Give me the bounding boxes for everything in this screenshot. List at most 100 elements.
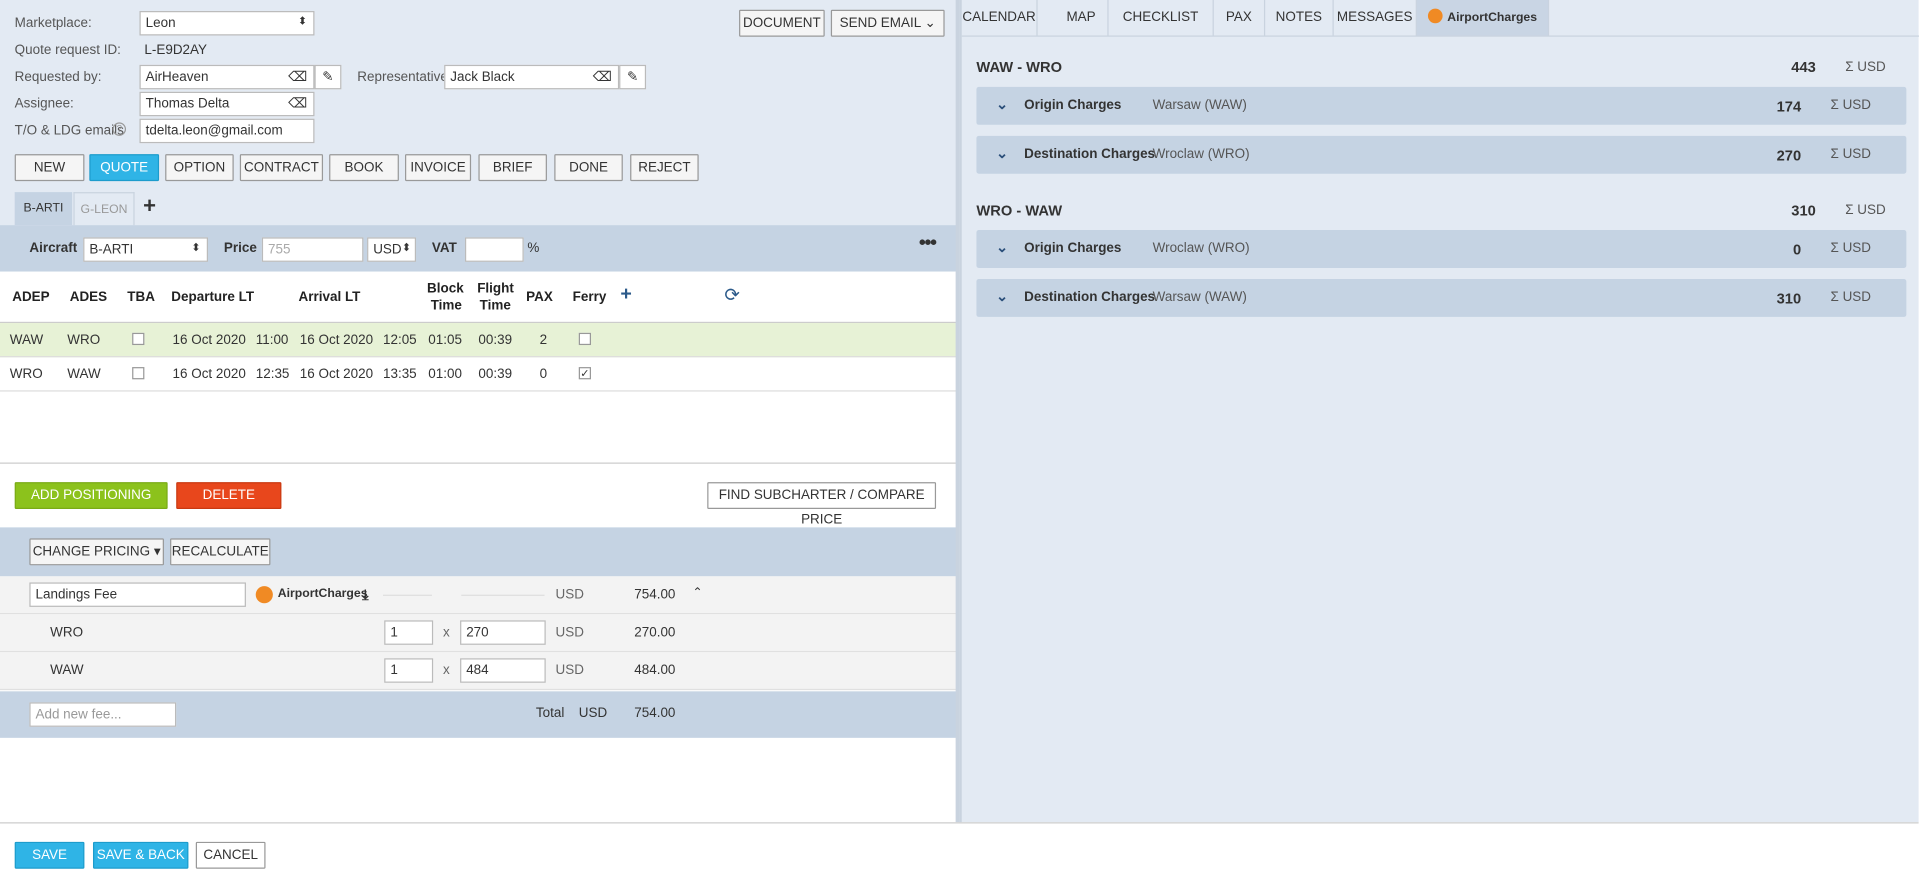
charge-amount: 270: [1776, 146, 1802, 164]
aircraft-select[interactable]: B-ARTI ⬍: [83, 237, 209, 262]
tab-b-arti[interactable]: B-ARTI: [14, 192, 73, 226]
tab-airportcharges[interactable]: AirportCharges: [1416, 0, 1550, 36]
edit-requester-button[interactable]: ✎: [314, 64, 342, 90]
tab-checklist[interactable]: CHECKLIST: [1109, 0, 1214, 36]
save-button[interactable]: SAVE: [14, 841, 85, 869]
add-leg-icon[interactable]: +: [620, 284, 631, 306]
col-block-1: Block: [427, 281, 464, 297]
charge-row[interactable]: ⌄ Destination Charges Wroclaw (WRO) 270 Σ US…: [976, 135, 1907, 174]
leg-block: 01:00: [428, 367, 462, 382]
clear-icon[interactable]: ⌫: [593, 69, 612, 85]
requested-by-input[interactable]: AirHeaven ⌫: [139, 64, 315, 90]
tab-map[interactable]: MAP: [1055, 0, 1109, 36]
save-and-back-button[interactable]: SAVE & BACK: [92, 841, 189, 869]
help-icon[interactable]: ?: [112, 122, 127, 136]
quote-panel: Marketplace: Leon ⬍ Quote request ID: L-E…: [0, 0, 957, 823]
unit-price-input[interactable]: 270: [460, 620, 546, 645]
marketplace-select[interactable]: Leon ⬍: [139, 11, 315, 36]
chevron-down-icon[interactable]: ⌄: [996, 144, 1008, 161]
add-aircraft-icon[interactable]: +: [143, 193, 156, 219]
status-button-book[interactable]: BOOK: [329, 154, 399, 182]
leg-row[interactable]: WAW WRO 16 Oct 2020 11:00 16 Oct 2020 12:05 01…: [0, 323, 957, 358]
tab-pax[interactable]: PAX: [1214, 0, 1266, 36]
more-icon[interactable]: •••: [919, 232, 937, 254]
qty-input[interactable]: 1: [384, 658, 434, 683]
download-icon[interactable]: ⤓: [362, 586, 369, 604]
representative-input[interactable]: Jack Black ⌫: [444, 64, 620, 90]
currency-select[interactable]: USD ⬍: [367, 237, 417, 262]
emails-input[interactable]: tdelta.leon@gmail.com: [139, 118, 315, 144]
clear-icon[interactable]: ⌫: [288, 69, 307, 85]
clear-icon[interactable]: ⌫: [288, 95, 307, 112]
delete-quote-button[interactable]: DELETE QUOTE: [176, 482, 282, 527]
refresh-icon[interactable]: ⟳: [724, 284, 739, 306]
unit-price-input[interactable]: 484: [460, 658, 546, 683]
chevron-up-icon[interactable]: ⌃: [693, 586, 703, 599]
status-button-contract[interactable]: CONTRACT: [239, 154, 324, 182]
chevron-down-icon[interactable]: ⌄: [996, 239, 1008, 256]
fee-name-input[interactable]: Landings Fee: [29, 582, 246, 607]
leg-flight: 00:39: [478, 332, 513, 348]
ferry-checkbox[interactable]: ✓: [578, 367, 591, 380]
price-input[interactable]: 755: [261, 237, 364, 262]
status-button-invoice[interactable]: INVOICE: [405, 154, 472, 182]
tab-g-leon[interactable]: G-LEON: [73, 192, 135, 226]
tab-notes[interactable]: NOTES: [1265, 0, 1334, 36]
leg-adep: WRO: [9, 367, 43, 382]
leg-row[interactable]: WRO WAW 16 Oct 2020 12:35 16 Oct 2020 13:35 01…: [0, 357, 957, 392]
status-button-brief[interactable]: BRIEF: [478, 154, 547, 182]
edit-representative-button[interactable]: ✎: [619, 64, 647, 90]
tab-label: PAX: [1225, 9, 1252, 25]
marketplace-value: Leon: [145, 15, 176, 31]
emails-value: tdelta.leon@gmail.com: [145, 123, 283, 139]
add-positioning-legs-button[interactable]: ADD POSITIONING LEGS: [14, 482, 168, 527]
new-fee-input[interactable]: Add new fee...: [29, 702, 177, 727]
send-email-button[interactable]: SEND EMAIL ⌄: [830, 9, 945, 37]
tab-calendar[interactable]: CALENDAR: [962, 0, 1038, 36]
pricing-bar: CHANGE PRICING ▾ RECALCULATE: [0, 527, 957, 577]
document-button[interactable]: DOCUMENT: [739, 9, 825, 37]
route-header: WRO - WAW 310 Σ USD: [976, 199, 1906, 223]
fee-subrow-currency: USD: [555, 625, 584, 640]
status-button-option[interactable]: OPTION: [165, 154, 234, 182]
pct-label: %: [527, 241, 540, 256]
charge-airport: Wroclaw (WRO): [1152, 241, 1250, 256]
charge-row[interactable]: ⌄ Destination Charges Warsaw (WAW) 310 Σ USD: [976, 278, 1907, 317]
currency-value: USD: [373, 242, 402, 257]
status-button-quote[interactable]: QUOTE: [89, 154, 160, 182]
ferry-checkbox[interactable]: [578, 332, 591, 346]
status-button-new[interactable]: NEW: [14, 154, 85, 182]
charge-title: Destination Charges: [1024, 146, 1156, 162]
find-subcharter-button[interactable]: FIND SUBCHARTER / COMPARE PRICE: [707, 482, 937, 527]
assignee-label: Assignee:: [14, 96, 74, 112]
qty-input[interactable]: 1: [384, 620, 434, 645]
total-bar: Add new fee... Total USD 754.00: [0, 691, 957, 738]
tab-label: NOTES: [1275, 9, 1323, 25]
assignee-input[interactable]: Thomas Delta ⌫: [139, 91, 315, 117]
tba-checkbox[interactable]: [132, 367, 145, 380]
status-button-done[interactable]: DONE: [554, 154, 623, 182]
cancel-button[interactable]: CANCEL: [195, 841, 266, 869]
route-sum-label: Σ USD: [1845, 203, 1886, 218]
pencil-icon: ✎: [322, 69, 334, 85]
charge-row[interactable]: ⌄ Origin Charges Warsaw (WAW) 174 Σ USD: [976, 86, 1907, 125]
col-flight-1: Flight: [477, 281, 514, 297]
charge-row[interactable]: ⌄ Origin Charges Wroclaw (WRO) 0 Σ USD: [976, 230, 1907, 268]
select-arrows-icon: ⬍: [401, 241, 412, 254]
side-panel: CALENDAR MAP CHECKLIST PAX NOTES MESSAGES Airp…: [959, 0, 1919, 823]
chevron-down-icon[interactable]: ⌄: [996, 95, 1008, 112]
status-button-reject[interactable]: REJECT: [630, 154, 699, 182]
chevron-down-icon[interactable]: ⌄: [996, 288, 1008, 305]
vat-input[interactable]: [464, 237, 524, 262]
change-pricing-button[interactable]: CHANGE PRICING ▾: [29, 538, 164, 566]
fee-subrow: WAW 1 x 484 USD 484.00: [0, 652, 957, 691]
fee-row-landings: Landings Fee AirportCharges ⤓ USD 754.00…: [0, 576, 957, 615]
recalculate-button[interactable]: RECALCULATE: [170, 538, 271, 566]
col-pax: PAX: [526, 289, 553, 305]
col-ferry: Ferry: [572, 289, 607, 305]
tab-messages[interactable]: MESSAGES: [1334, 0, 1417, 36]
fee-subrow-amount: 484.00: [634, 663, 676, 678]
requested-by-label: Requested by:: [14, 69, 102, 85]
tba-checkbox[interactable]: [132, 332, 145, 346]
tab-label: MAP: [1066, 9, 1096, 25]
